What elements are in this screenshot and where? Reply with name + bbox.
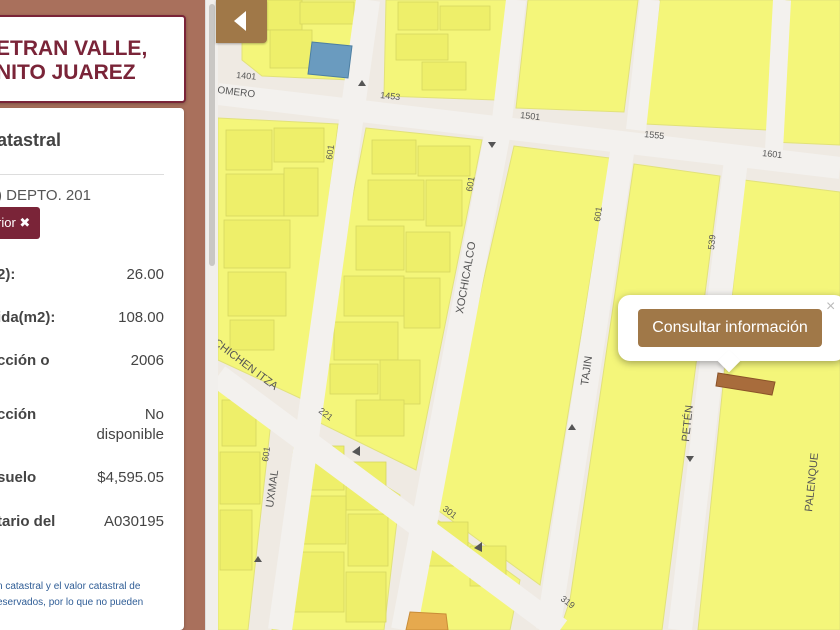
block [644, 0, 779, 131]
building [425, 179, 463, 227]
building [417, 145, 471, 177]
row-label: suelo [0, 469, 37, 486]
block [515, 0, 639, 113]
building [371, 139, 417, 175]
house-number: 1555 [644, 129, 665, 141]
row-value: $4,595.05 [97, 469, 164, 486]
building [347, 513, 389, 567]
row-label: tario del [0, 513, 56, 530]
building [329, 363, 379, 395]
building [439, 5, 491, 31]
row-value: 2006 [130, 352, 164, 369]
building [421, 61, 467, 91]
house-number: 539 [706, 234, 718, 250]
row-value: 26.00 [126, 266, 164, 283]
disclaimer-note: eservados, por lo que no pueden [0, 597, 144, 608]
chevron-left-icon [234, 11, 246, 31]
cadastral-info-panel: atastral ) DEPTO. 201 rior ✖ 2): 26.00 i… [0, 108, 184, 630]
row-label: 2): [0, 266, 16, 283]
building [227, 271, 287, 317]
row-label: cción [0, 406, 37, 423]
building [405, 231, 451, 273]
row-value: A030195 [103, 513, 164, 530]
building [269, 29, 313, 69]
street-north-2 [626, 0, 660, 132]
building [273, 127, 325, 163]
building [299, 1, 355, 25]
previous-button[interactable]: rior ✖ [0, 207, 40, 239]
close-icon: ✖ [19, 215, 31, 230]
building [343, 275, 405, 317]
building [283, 167, 319, 217]
building [345, 571, 387, 623]
map-popup: × Consultar información [618, 295, 840, 373]
address-line-1: ETRAN VALLE, [0, 37, 148, 60]
building [219, 451, 261, 505]
consult-info-button[interactable]: Consultar información [638, 309, 822, 347]
building [379, 359, 421, 405]
collapse-panel-button[interactable] [216, 0, 267, 43]
panel-heading: atastral [0, 130, 62, 150]
address-line-2: NITO JUAREZ [0, 61, 136, 84]
street-north-3 [765, 0, 791, 151]
house-number: 601 [260, 446, 272, 462]
address-title-card: ETRAN VALLE, NITO JUAREZ [0, 15, 186, 103]
account-number: ) DEPTO. 201 [0, 187, 91, 204]
blue-parcel[interactable] [307, 41, 353, 79]
building [395, 33, 449, 61]
building [355, 225, 405, 271]
panel-scrollbar[interactable] [205, 0, 218, 630]
disclaimer-note: n catastral y el valor catastral de [0, 581, 141, 592]
row-value: No disponible [96, 406, 164, 443]
building [333, 321, 399, 361]
building [397, 1, 439, 31]
building [261, 0, 303, 31]
house-number: 601 [592, 206, 604, 222]
street-north-1 [492, 0, 526, 122]
row-value: 108.00 [118, 309, 164, 326]
house-number: 601 [324, 144, 336, 160]
building [367, 179, 425, 221]
scrollbar-thumb[interactable] [209, 4, 215, 266]
building [225, 129, 273, 171]
house-number: 1601 [762, 148, 783, 160]
close-icon[interactable]: × [826, 298, 835, 316]
house-number: 1501 [520, 110, 541, 122]
house-number: 1453 [380, 90, 401, 102]
building [355, 399, 405, 437]
building [403, 277, 441, 329]
house-number: 1401 [236, 70, 257, 82]
row-label: ida(m2): [0, 309, 56, 326]
building [219, 509, 253, 571]
building [225, 173, 285, 217]
building [223, 219, 291, 269]
orange-parcel[interactable] [405, 611, 449, 630]
divider [0, 174, 164, 175]
building [229, 319, 275, 351]
row-label: cción o [0, 352, 50, 369]
previous-button-label: rior [0, 215, 16, 230]
